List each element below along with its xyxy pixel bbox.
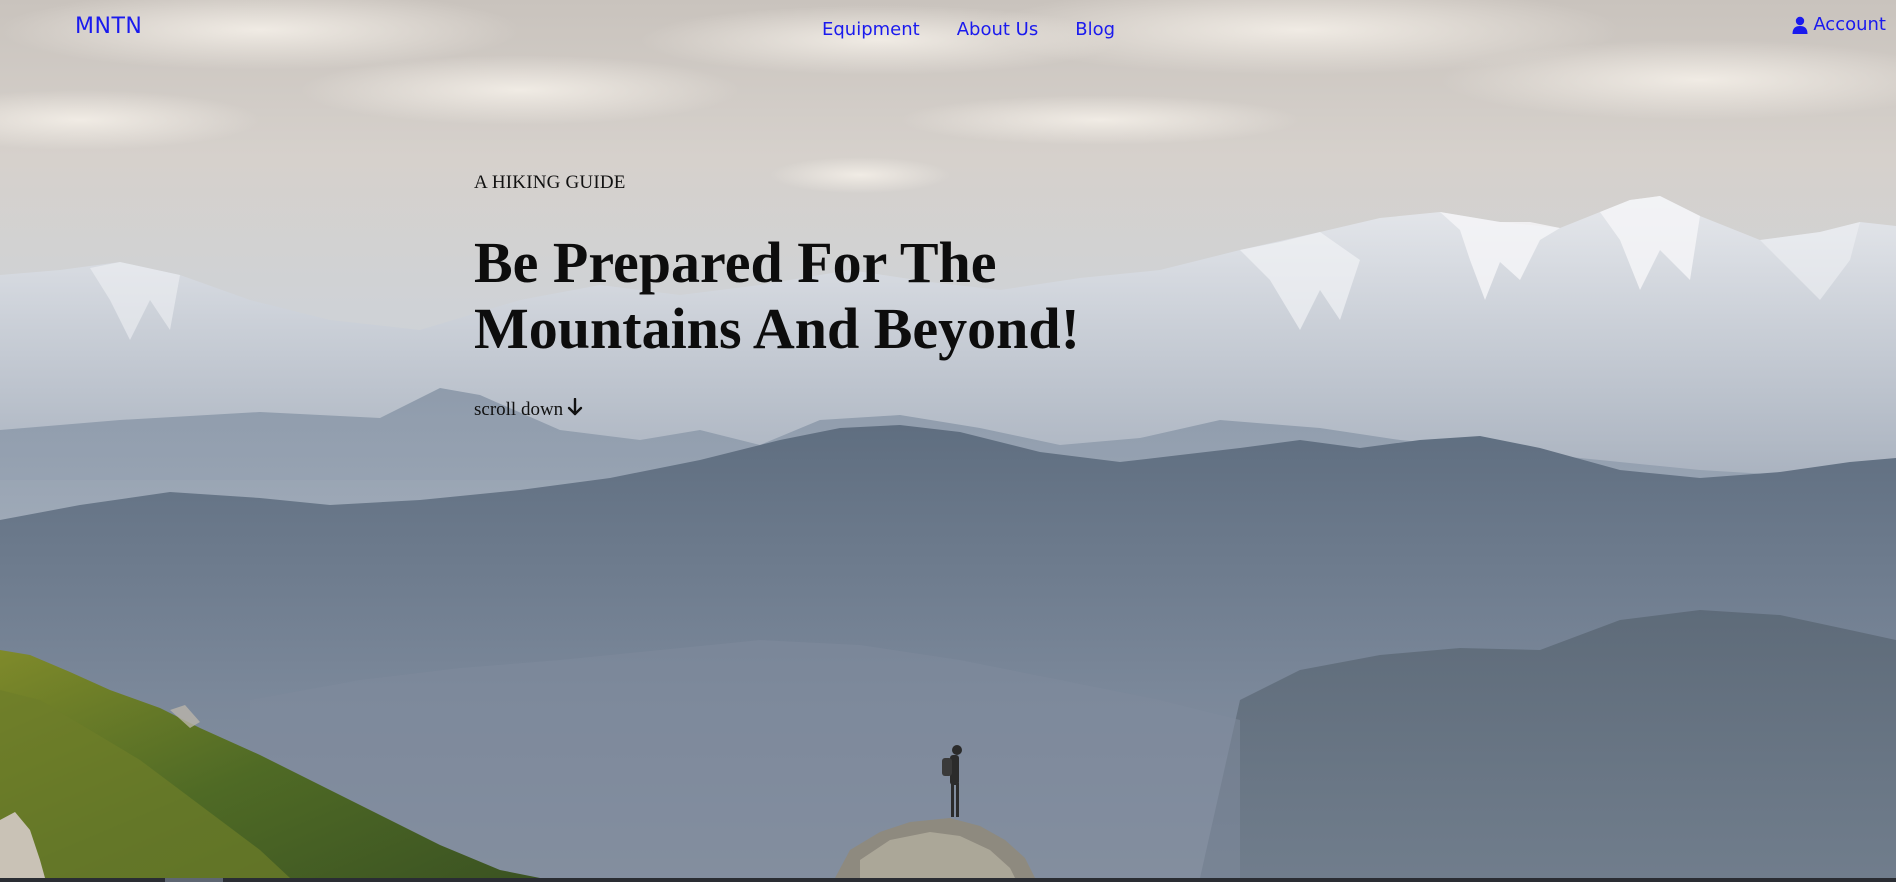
bottom-scrollbar[interactable] <box>0 878 1896 882</box>
headline-line-2: Mountains And Beyond! <box>474 296 1080 361</box>
scroll-down-link[interactable]: scroll down <box>474 397 583 422</box>
account-link[interactable]: Account <box>1792 14 1886 35</box>
page: MNTN Equipment About Us Blog Account A H… <box>0 0 1896 882</box>
main-nav: Equipment About Us Blog <box>822 19 1152 40</box>
nav-link-equipment[interactable]: Equipment <box>822 19 920 40</box>
hero-eyebrow: A HIKING GUIDE <box>474 172 626 193</box>
account-label: Account <box>1813 14 1886 35</box>
hero-headline: Be Prepared For The Mountains And Beyond… <box>474 230 1174 362</box>
scrollbar-thumb[interactable] <box>165 878 223 882</box>
hero-background-image <box>0 0 1896 878</box>
logo[interactable]: MNTN <box>75 14 142 39</box>
arrow-down-icon <box>567 397 583 422</box>
nav-link-about-us[interactable]: About Us <box>957 19 1039 40</box>
user-icon <box>1792 16 1808 34</box>
headline-line-1: Be Prepared For The <box>474 230 997 295</box>
nav-link-blog[interactable]: Blog <box>1075 19 1115 40</box>
scroll-down-label: scroll down <box>474 399 564 420</box>
